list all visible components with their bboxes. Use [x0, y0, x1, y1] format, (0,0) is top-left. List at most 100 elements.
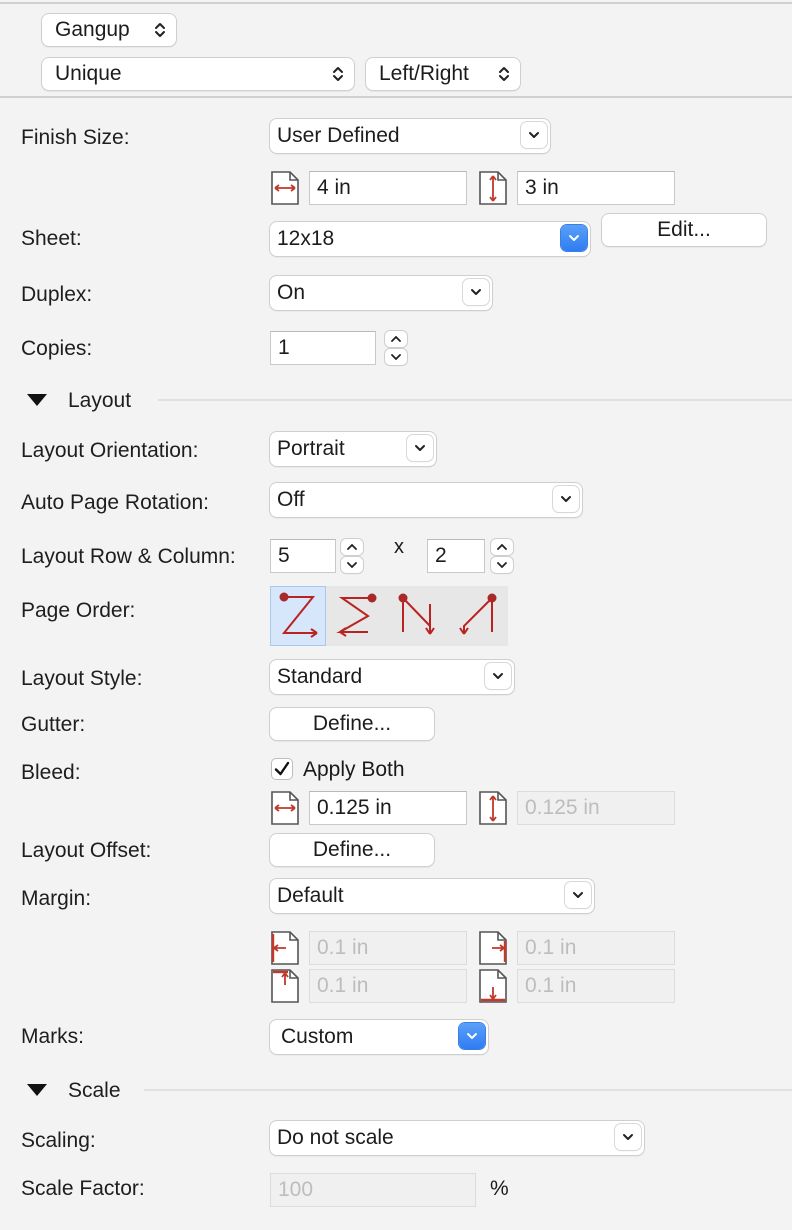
up-down-chevron-icon [155, 23, 165, 37]
page-order-reverse-z[interactable] [328, 586, 384, 646]
finish-height-input[interactable]: 3 in [517, 171, 675, 205]
bleed-width-input[interactable]: 0.125 in [309, 791, 467, 825]
stepper-down-icon[interactable] [491, 557, 513, 573]
row-column-separator: x [394, 536, 404, 558]
copies-label: Copies: [21, 337, 93, 360]
marks-label: Marks: [21, 1025, 84, 1048]
chevron-down-icon [407, 435, 433, 461]
page-order-label: Page Order: [21, 599, 136, 622]
layout-orientation-select[interactable]: Portrait [270, 432, 436, 466]
disclosure-triangle-icon[interactable] [26, 393, 48, 407]
scale-factor-input: 100 [270, 1173, 476, 1207]
sheet-value: 12x18 [277, 227, 335, 250]
page-height-icon [479, 171, 507, 205]
page-order-reverse-n[interactable] [450, 586, 506, 646]
scaling-value: Do not scale [277, 1126, 394, 1149]
marks-value: Custom [281, 1025, 354, 1048]
sheet-label: Sheet: [21, 227, 82, 250]
auto-page-rotation-value: Off [277, 488, 305, 511]
chevron-down-icon [561, 225, 587, 251]
layout-offset-label: Layout Offset: [21, 839, 152, 862]
margin-select[interactable]: Default [270, 879, 594, 913]
margin-bottom-icon [479, 969, 507, 1003]
scale-factor-placeholder: 100 [278, 1178, 314, 1201]
layout-offset-define-button[interactable]: Define... [270, 834, 434, 866]
finish-width-input[interactable]: 4 in [309, 171, 467, 205]
bleed-width-icon [271, 791, 299, 825]
bleed-width-value: 0.125 in [317, 796, 392, 819]
gutter-label: Gutter: [21, 713, 86, 736]
layout-style-label: Layout Style: [21, 667, 143, 690]
margin-top-value: 0.1 in [317, 974, 369, 997]
layout-section-title: Layout [68, 389, 132, 412]
top-divider [0, 2, 792, 4]
scaling-select[interactable]: Do not scale [270, 1121, 644, 1155]
header-divider [0, 96, 792, 98]
margin-bottom-value: 0.1 in [525, 974, 577, 997]
layout-orientation-label: Layout Orientation: [21, 439, 199, 462]
stepper-down-icon[interactable] [341, 557, 363, 573]
chevron-down-icon [521, 122, 547, 148]
layout-columns-value: 2 [435, 544, 447, 567]
layout-rows-input[interactable]: 5 [270, 539, 336, 573]
gangup-popup[interactable]: Gangup [42, 14, 176, 46]
layout-style-select[interactable]: Standard [270, 660, 514, 694]
margin-left-icon [271, 931, 299, 965]
scale-section-title: Scale [68, 1079, 121, 1102]
chevron-down-icon [553, 486, 579, 512]
auto-page-rotation-label: Auto Page Rotation: [21, 491, 209, 514]
margin-left-value: 0.1 in [317, 936, 369, 959]
type-popup[interactable]: Unique [42, 58, 354, 90]
duplex-value: On [277, 281, 306, 304]
auto-page-rotation-select[interactable]: Off [270, 483, 582, 517]
duplex-label: Duplex: [21, 283, 93, 306]
chevron-down-icon [459, 1023, 485, 1049]
apply-both-checkbox[interactable] [271, 758, 293, 780]
layout-columns-input[interactable]: 2 [427, 539, 485, 573]
sheet-edit-button[interactable]: Edit... [602, 214, 766, 246]
finish-size-select[interactable]: User Defined [270, 119, 550, 153]
page-order-z-icon [279, 592, 318, 638]
copies-stepper[interactable] [385, 331, 407, 365]
bleed-height-value: 0.125 in [525, 796, 600, 819]
scale-factor-unit: % [490, 1177, 509, 1200]
type-popup-value: Unique [55, 62, 122, 85]
stepper-down-icon[interactable] [385, 349, 407, 365]
margin-top-input: 0.1 in [309, 969, 467, 1003]
page-order-z-selected[interactable] [270, 586, 326, 646]
margin-right-value: 0.1 in [525, 936, 577, 959]
copies-input[interactable]: 1 [270, 331, 376, 365]
margin-value: Default [277, 884, 344, 907]
finish-width-value: 4 in [317, 176, 351, 199]
layout-section-divider [158, 399, 792, 401]
page-order-n-icon [398, 593, 435, 635]
margin-right-input: 0.1 in [517, 931, 675, 965]
finish-size-label: Finish Size: [21, 126, 130, 149]
apply-both-label: Apply Both [303, 758, 405, 781]
scaling-label: Scaling: [21, 1129, 96, 1152]
margin-label: Margin: [21, 887, 92, 910]
copies-value: 1 [278, 336, 290, 359]
chevron-down-icon [463, 279, 489, 305]
duplex-select[interactable]: On [270, 276, 492, 310]
checkmark-icon [274, 761, 290, 776]
bleed-height-icon [479, 791, 507, 825]
page-width-icon [271, 171, 299, 205]
margin-bottom-input: 0.1 in [517, 969, 675, 1003]
gutter-define-button[interactable]: Define... [270, 708, 434, 740]
direction-popup-value: Left/Right [379, 62, 469, 85]
marks-select[interactable]: Custom [270, 1020, 488, 1054]
page-order-n[interactable] [390, 586, 446, 646]
layout-row-column-label: Layout Row & Column: [21, 545, 236, 568]
layout-rows-stepper[interactable] [341, 539, 363, 573]
direction-popup[interactable]: Left/Right [366, 58, 520, 90]
layout-orientation-value: Portrait [277, 437, 345, 460]
stepper-up-icon[interactable] [341, 539, 363, 555]
up-down-chevron-icon [499, 67, 509, 81]
chevron-down-icon [565, 882, 591, 908]
layout-columns-stepper[interactable] [491, 539, 513, 573]
stepper-up-icon[interactable] [491, 539, 513, 555]
disclosure-triangle-icon[interactable] [26, 1083, 48, 1097]
sheet-select[interactable]: 12x18 [270, 222, 590, 256]
stepper-up-icon[interactable] [385, 331, 407, 347]
